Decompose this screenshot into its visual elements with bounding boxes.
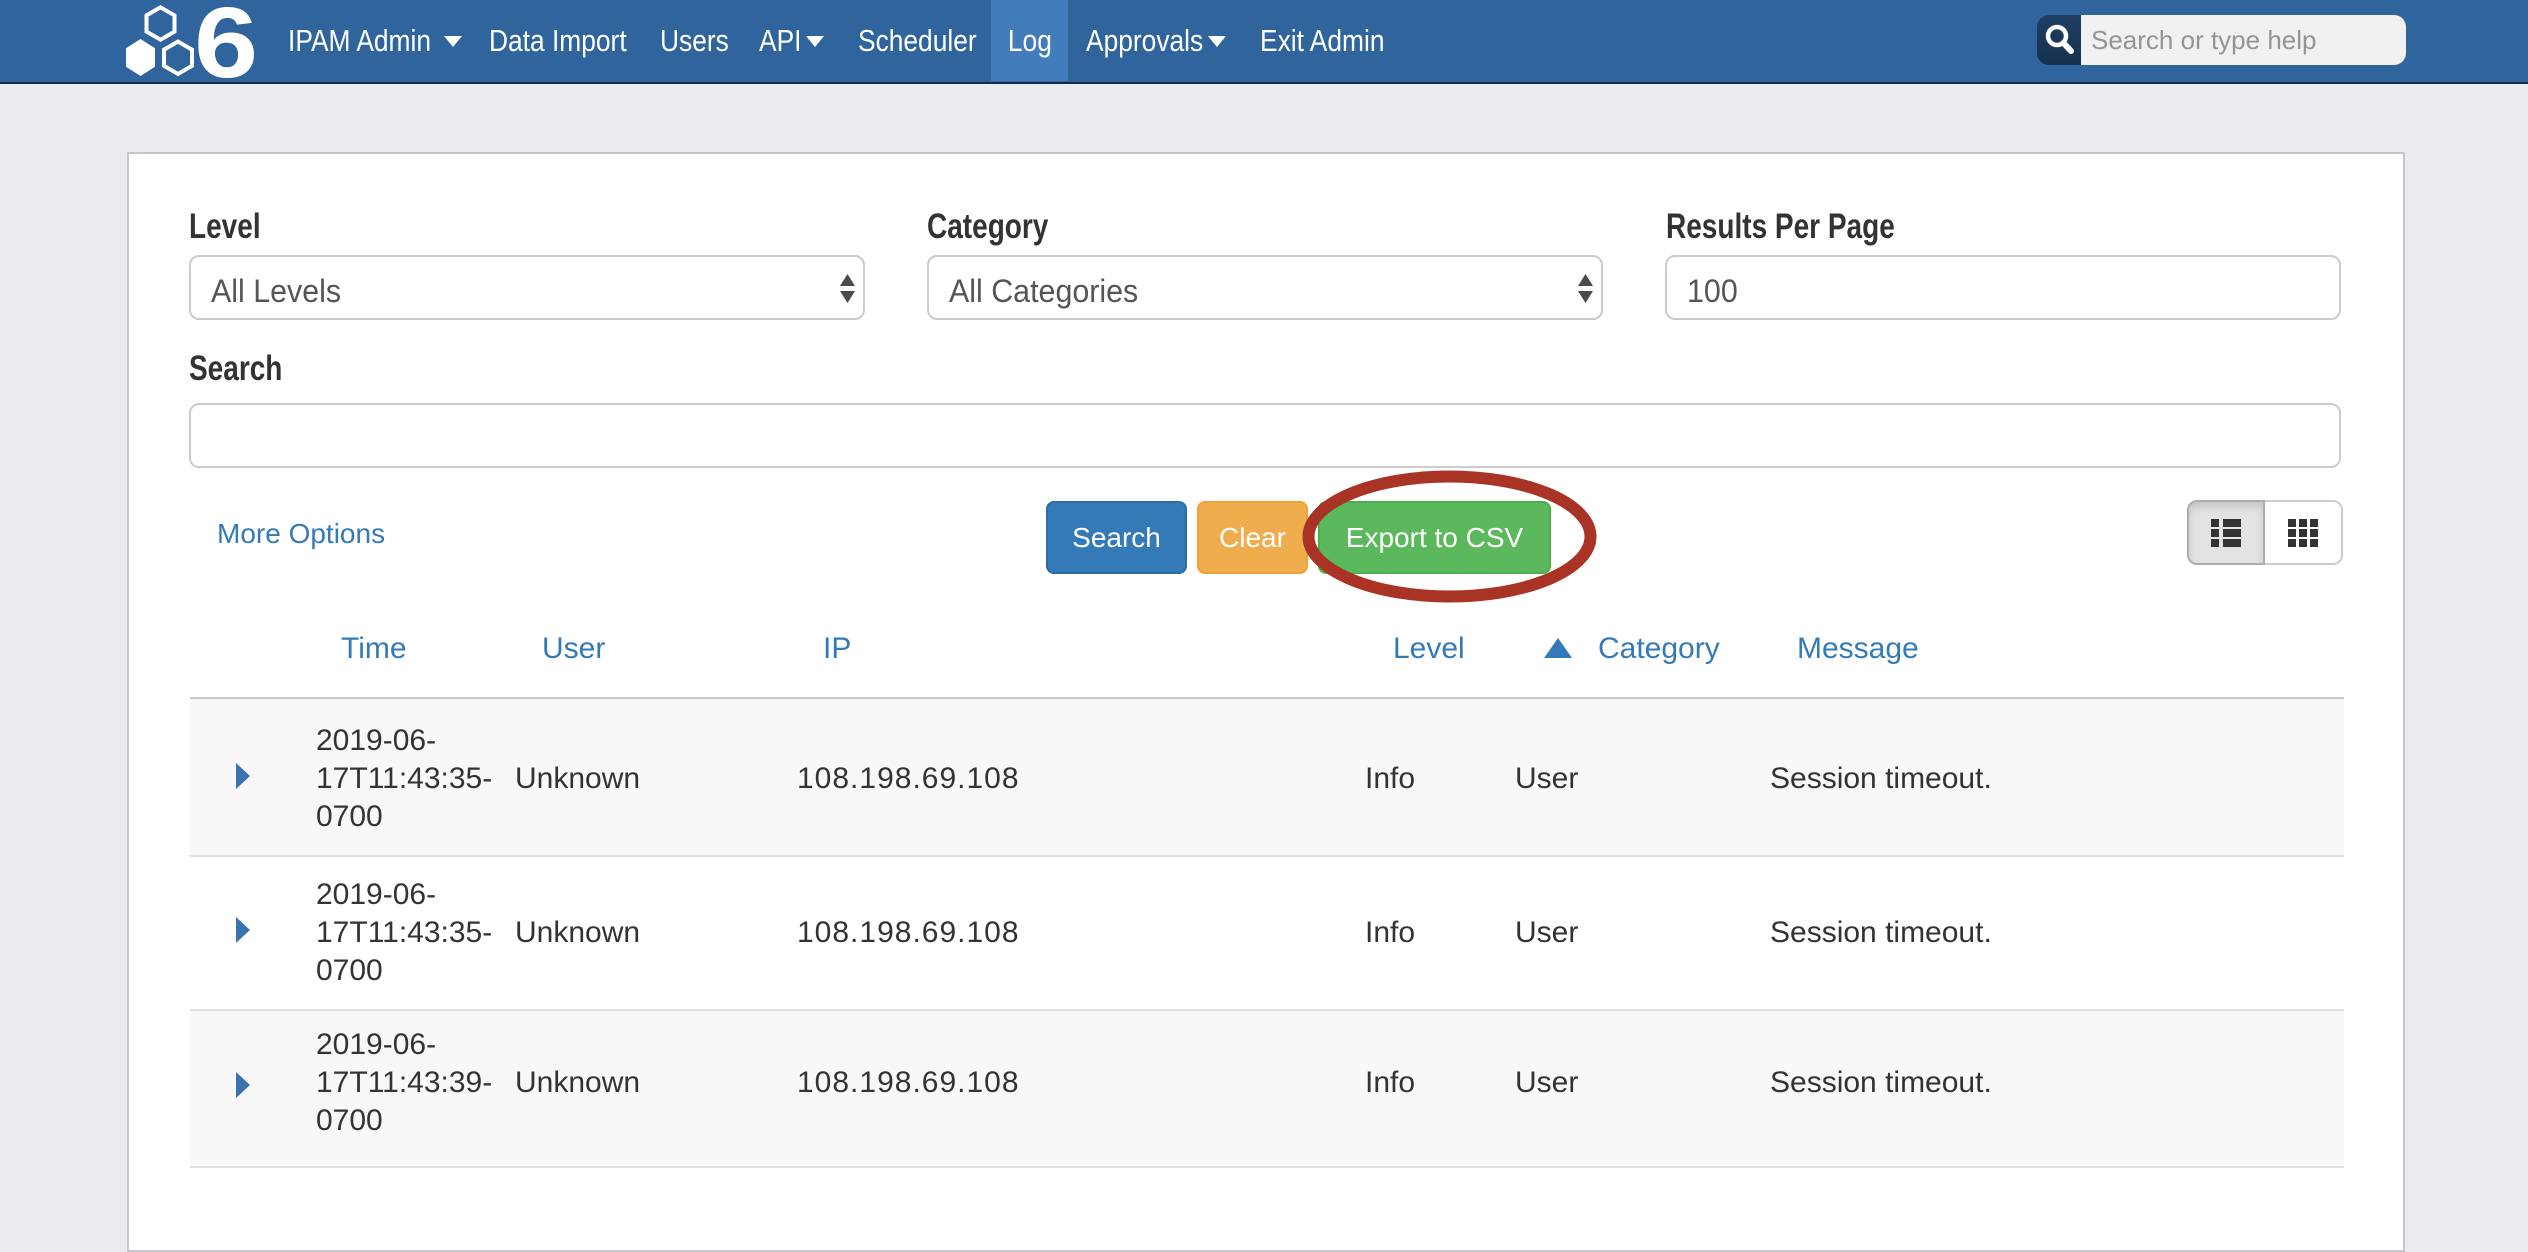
svg-text:6: 6	[194, 2, 258, 81]
